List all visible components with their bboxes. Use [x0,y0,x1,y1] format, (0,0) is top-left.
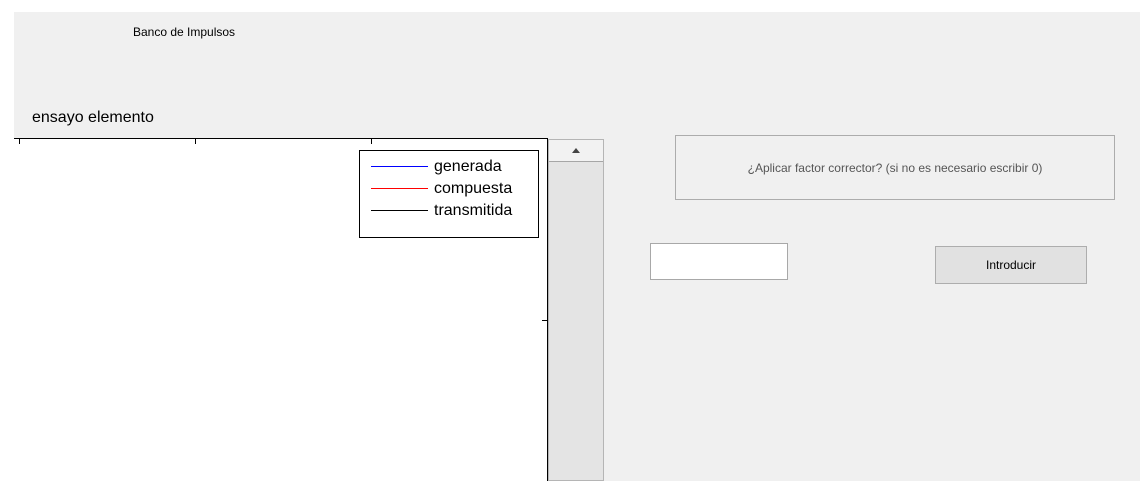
legend-label: generada [434,158,502,175]
triangle-up-icon [572,148,580,153]
x-axis-tick [371,139,372,144]
plot-legend: generada compuesta transmitida [359,150,539,238]
legend-line-compuesta [371,188,428,189]
prompt-panel: ¿Aplicar factor corrector? (si no es nec… [675,135,1115,200]
x-axis-tick [195,139,196,144]
plot-axes: generada compuesta transmitida [14,138,548,481]
legend-line-generada [371,166,428,167]
vertical-scrollbar[interactable] [548,139,604,481]
introducir-button[interactable]: Introducir [935,246,1087,284]
legend-label: transmitida [434,202,513,219]
prompt-text: ¿Aplicar factor corrector? (si no es nec… [747,160,1043,175]
plot-title: ensayo elemento [32,109,154,126]
legend-label: compuesta [434,180,513,197]
legend-line-transmitida [371,210,428,211]
x-axis-tick [19,139,20,144]
legend-entry-compuesta: compuesta [360,178,538,200]
app-title: Banco de Impulsos [133,25,236,39]
scroll-up-button[interactable] [549,140,603,162]
legend-entry-generada: generada [360,156,538,178]
y-axis-tick [542,320,547,321]
factor-input[interactable] [650,243,788,280]
legend-entry-transmitida: transmitida [360,200,538,222]
